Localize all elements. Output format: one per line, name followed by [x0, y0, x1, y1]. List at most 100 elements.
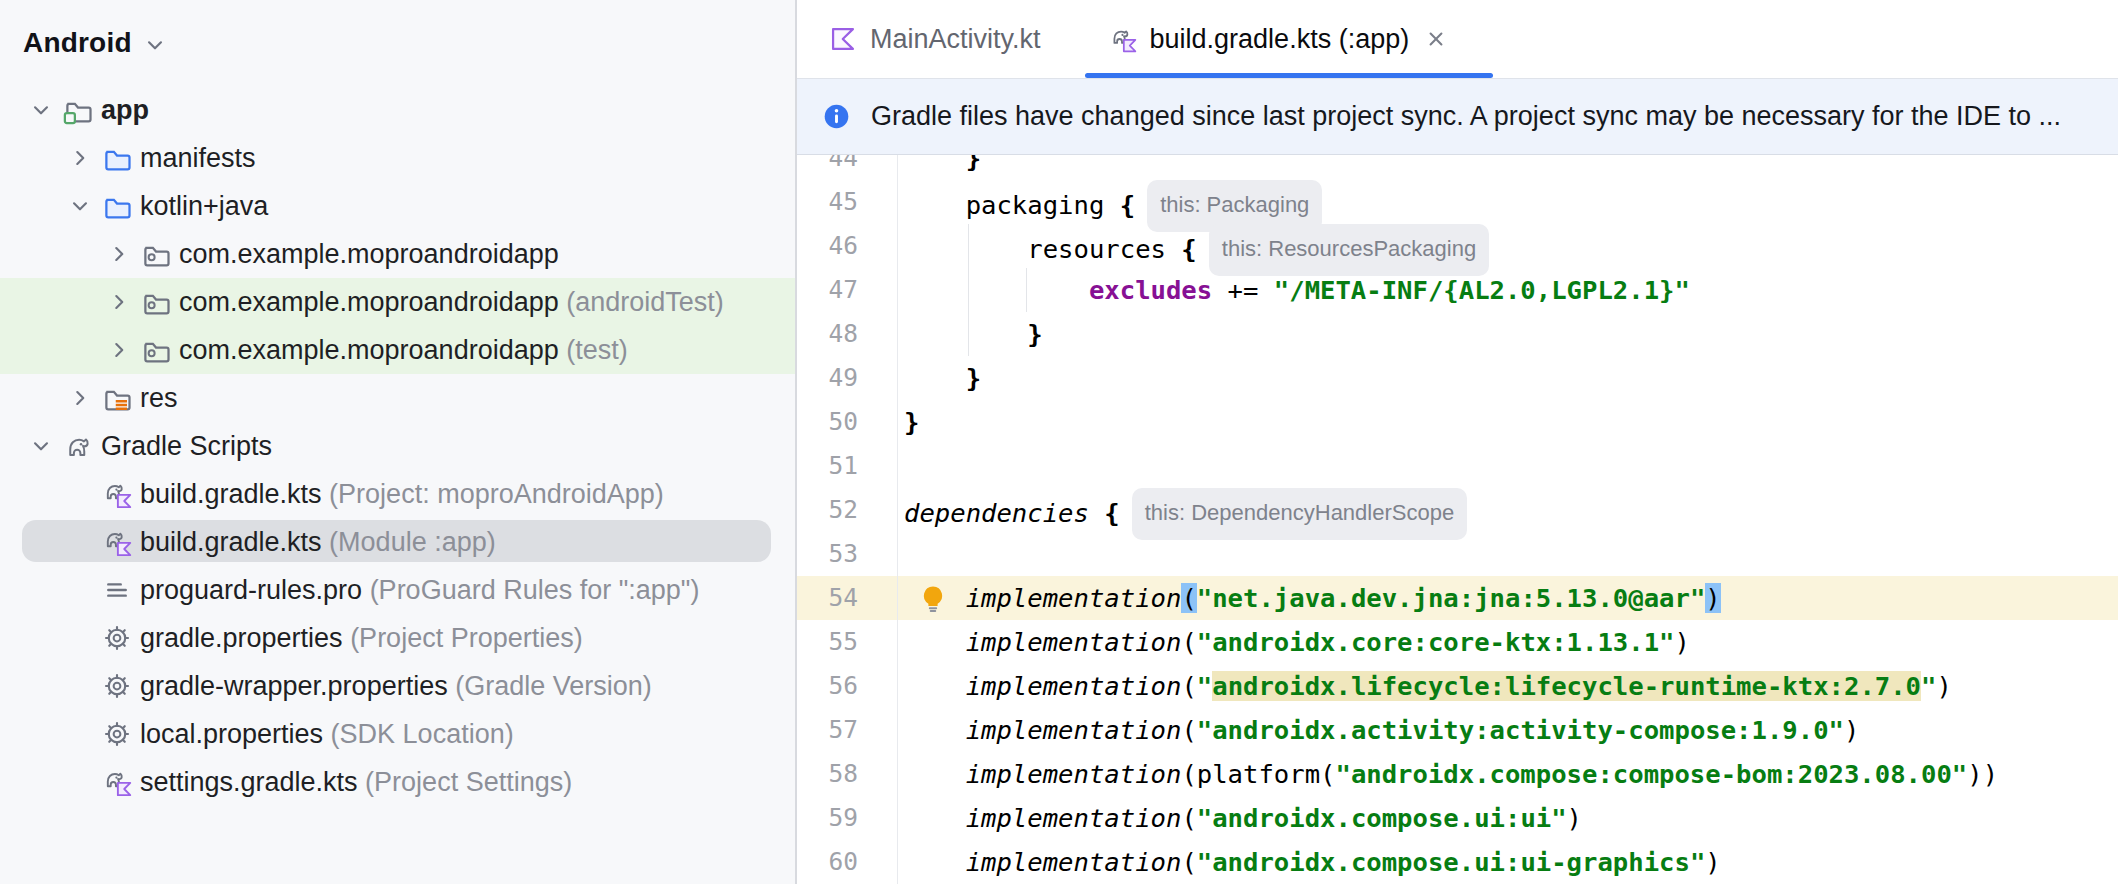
code-line-text: implementation("androidx.activity:activi… — [896, 708, 1859, 752]
chevron-down-icon[interactable] — [67, 193, 93, 219]
tree-item-label: manifests — [140, 143, 256, 174]
chevron-right-icon[interactable] — [106, 289, 132, 315]
tree-item-qualifier: (Project Settings) — [358, 767, 573, 798]
chevron-right-icon[interactable] — [106, 337, 132, 363]
code-line-46[interactable]: 46 resources {this: ResourcesPackaging — [797, 224, 2118, 268]
gradle-kts-icon — [102, 479, 132, 509]
tree-item-local-properties--sdk-location-[interactable]: local.properties (SDK Location) — [0, 710, 795, 758]
tree-item-qualifier: (Project: moproAndroidApp) — [322, 479, 664, 510]
tree-item-label: proguard-rules.pro — [140, 575, 362, 606]
app-module-icon — [63, 95, 93, 125]
line-number: 51 — [797, 444, 896, 488]
chevron-right-icon[interactable] — [67, 145, 93, 171]
code-line-48[interactable]: 48 } — [797, 312, 2118, 356]
chevron-spacer — [67, 529, 93, 555]
code-line-53[interactable]: 53 — [797, 532, 2118, 576]
tree-item-qualifier: (SDK Location) — [323, 719, 514, 750]
code-line-text: implementation("androidx.core:core-ktx:1… — [896, 620, 1690, 664]
gear-icon — [102, 671, 132, 701]
chevron-right-icon[interactable] — [67, 385, 93, 411]
tree-item-gradle-wrapper-properties--gradle-version-[interactable]: gradle-wrapper.properties (Gradle Versio… — [0, 662, 795, 710]
tree-item-label: kotlin+java — [140, 191, 268, 222]
line-number: 54 — [797, 576, 896, 620]
line-number: 50 — [797, 400, 896, 444]
tree-item-gradle-properties--project-properties-[interactable]: gradle.properties (Project Properties) — [0, 614, 795, 662]
tree-item-proguard-rules-pro--proguard-rules-for-app-[interactable]: proguard-rules.pro (ProGuard Rules for "… — [0, 566, 795, 614]
android-studio-window: Android app manifests kotlin+java com.examp… — [0, 0, 2118, 884]
text-file-icon — [102, 575, 132, 605]
tree-item-label: gradle.properties — [140, 623, 343, 654]
code-line-58[interactable]: 58 implementation(platform("androidx.com… — [797, 752, 2118, 796]
tab-label: MainActivity.kt — [870, 24, 1041, 55]
intention-bulb-icon[interactable] — [921, 585, 945, 613]
tree-item-label: com.example.moproandroidapp — [179, 239, 559, 270]
code-line-text: } — [896, 312, 1043, 356]
code-line-text: packaging {this: Packaging — [896, 180, 1322, 224]
code-line-59[interactable]: 59 implementation("androidx.compose.ui:u… — [797, 796, 2118, 840]
editor-area: MainActivity.kt build.gradle.kts (:app) G… — [797, 0, 2118, 884]
chevron-down-icon[interactable] — [142, 32, 168, 58]
code-line-50[interactable]: 50} — [797, 400, 2118, 444]
sync-notification-banner: Gradle files have changed since last pro… — [797, 78, 2118, 155]
tab-label: build.gradle.kts (:app) — [1150, 24, 1410, 55]
tree-item-gradle-scripts[interactable]: Gradle Scripts — [0, 422, 795, 470]
code-line-55[interactable]: 55 implementation("androidx.core:core-kt… — [797, 620, 2118, 664]
gear-icon — [102, 623, 132, 653]
line-number: 53 — [797, 532, 896, 576]
tree-item-build-gradle-kts--module-app-[interactable]: build.gradle.kts (Module :app) — [0, 518, 795, 566]
tree-item-manifests[interactable]: manifests — [0, 134, 795, 182]
code-line-49[interactable]: 49 } — [797, 356, 2118, 400]
package-icon — [141, 239, 171, 269]
editor-tab-build-gradle-kts-app-[interactable]: build.gradle.kts (:app) — [1085, 0, 1494, 78]
close-icon[interactable] — [1423, 26, 1449, 52]
code-line-44[interactable]: 44 } — [797, 155, 2118, 180]
folder-blue-icon — [102, 191, 132, 221]
tree-item-com-example-moproandroidapp--test-[interactable]: com.example.moproandroidapp (test) — [0, 326, 795, 374]
code-line-57[interactable]: 57 implementation("androidx.activity:act… — [797, 708, 2118, 752]
tree-item-label: build.gradle.kts — [140, 479, 322, 510]
code-line-text: dependencies {this: DependencyHandlerSco… — [896, 488, 1467, 532]
line-number: 58 — [797, 752, 896, 796]
code-line-45[interactable]: 45 packaging {this: Packaging — [797, 180, 2118, 224]
code-line-text: implementation(platform("androidx.compos… — [896, 752, 1998, 796]
tree-item-app[interactable]: app — [0, 86, 795, 134]
code-editor[interactable]: 44 }45 packaging {this: Packaging46 reso… — [797, 155, 2118, 884]
code-line-text: } — [896, 400, 919, 444]
project-view-header: Android — [0, 0, 795, 86]
chevron-right-icon[interactable] — [106, 241, 132, 267]
code-line-text: implementation("androidx.compose.ui:ui-g… — [896, 840, 1721, 884]
code-line-54[interactable]: 54 implementation("net.java.dev.jna:jna:… — [797, 576, 2118, 620]
tree-item-com-example-moproandroidapp[interactable]: com.example.moproandroidapp — [0, 230, 795, 278]
tree-item-label: res — [140, 383, 178, 414]
folder-res-icon — [102, 383, 132, 413]
banner-message: Gradle files have changed since last pro… — [871, 101, 2061, 132]
code-line-51[interactable]: 51 — [797, 444, 2118, 488]
code-line-52[interactable]: 52dependencies {this: DependencyHandlerS… — [797, 488, 2118, 532]
code-line-60[interactable]: 60 implementation("androidx.compose.ui:u… — [797, 840, 2118, 884]
code-line-text: excludes += "/META-INF/{AL2.0,LGPL2.1}" — [896, 268, 1690, 312]
line-number: 56 — [797, 664, 896, 708]
tree-item-label: gradle-wrapper.properties — [140, 671, 448, 702]
package-icon — [141, 287, 171, 317]
gear-icon — [102, 719, 132, 749]
chevron-down-icon[interactable] — [28, 97, 54, 123]
project-tree: app manifests kotlin+java com.example.mopro… — [0, 86, 795, 806]
line-number: 52 — [797, 488, 896, 532]
code-line-text: } — [896, 155, 981, 180]
editor-tab-mainactivity-kt[interactable]: MainActivity.kt — [805, 0, 1085, 78]
tree-item-com-example-moproandroidapp--androidtest-[interactable]: com.example.moproandroidapp (androidTest… — [0, 278, 795, 326]
code-line-text: } — [896, 356, 981, 400]
tree-item-build-gradle-kts--project-moproandroidapp-[interactable]: build.gradle.kts (Project: moproAndroidA… — [0, 470, 795, 518]
tree-item-label: com.example.moproandroidapp — [179, 287, 559, 318]
indent-guide — [1026, 268, 1027, 312]
tree-item-res[interactable]: res — [0, 374, 795, 422]
code-line-47[interactable]: 47 excludes += "/META-INF/{AL2.0,LGPL2.1… — [797, 268, 2118, 312]
code-line-56[interactable]: 56 implementation("androidx.lifecycle:li… — [797, 664, 2118, 708]
project-view-mode[interactable]: Android — [23, 27, 132, 59]
tree-item-kotlin-java[interactable]: kotlin+java — [0, 182, 795, 230]
line-number: 55 — [797, 620, 896, 664]
tree-item-label: local.properties — [140, 719, 323, 750]
code-line-text: implementation("androidx.lifecycle:lifec… — [896, 664, 1952, 708]
chevron-down-icon[interactable] — [28, 433, 54, 459]
tree-item-settings-gradle-kts--project-settings-[interactable]: settings.gradle.kts (Project Settings) — [0, 758, 795, 806]
